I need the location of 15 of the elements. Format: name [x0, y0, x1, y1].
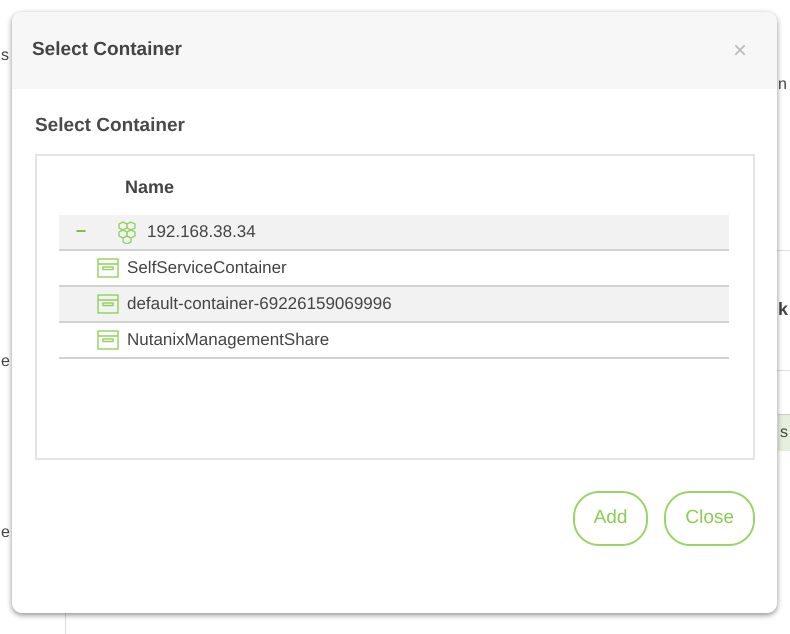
tree-item[interactable]: 192.168.38.34: [147, 219, 256, 245]
column-header: Name: [125, 176, 174, 197]
container-icon: [97, 258, 119, 278]
container-icon: [97, 294, 119, 314]
section-title: Select Container: [35, 115, 186, 138]
background-text: e: [1, 523, 10, 543]
background-text: s: [1, 46, 9, 66]
dialog-title: Select Container: [32, 39, 182, 62]
background-text: k: [778, 298, 788, 321]
tree-item[interactable]: NutanixManagementShare: [127, 327, 330, 353]
background-text: e: [1, 352, 10, 372]
container-icon: [97, 330, 119, 350]
table-cell: s: [778, 414, 790, 451]
tree-item[interactable]: SelfServiceContainer: [127, 255, 287, 281]
background-text: n: [778, 75, 787, 95]
